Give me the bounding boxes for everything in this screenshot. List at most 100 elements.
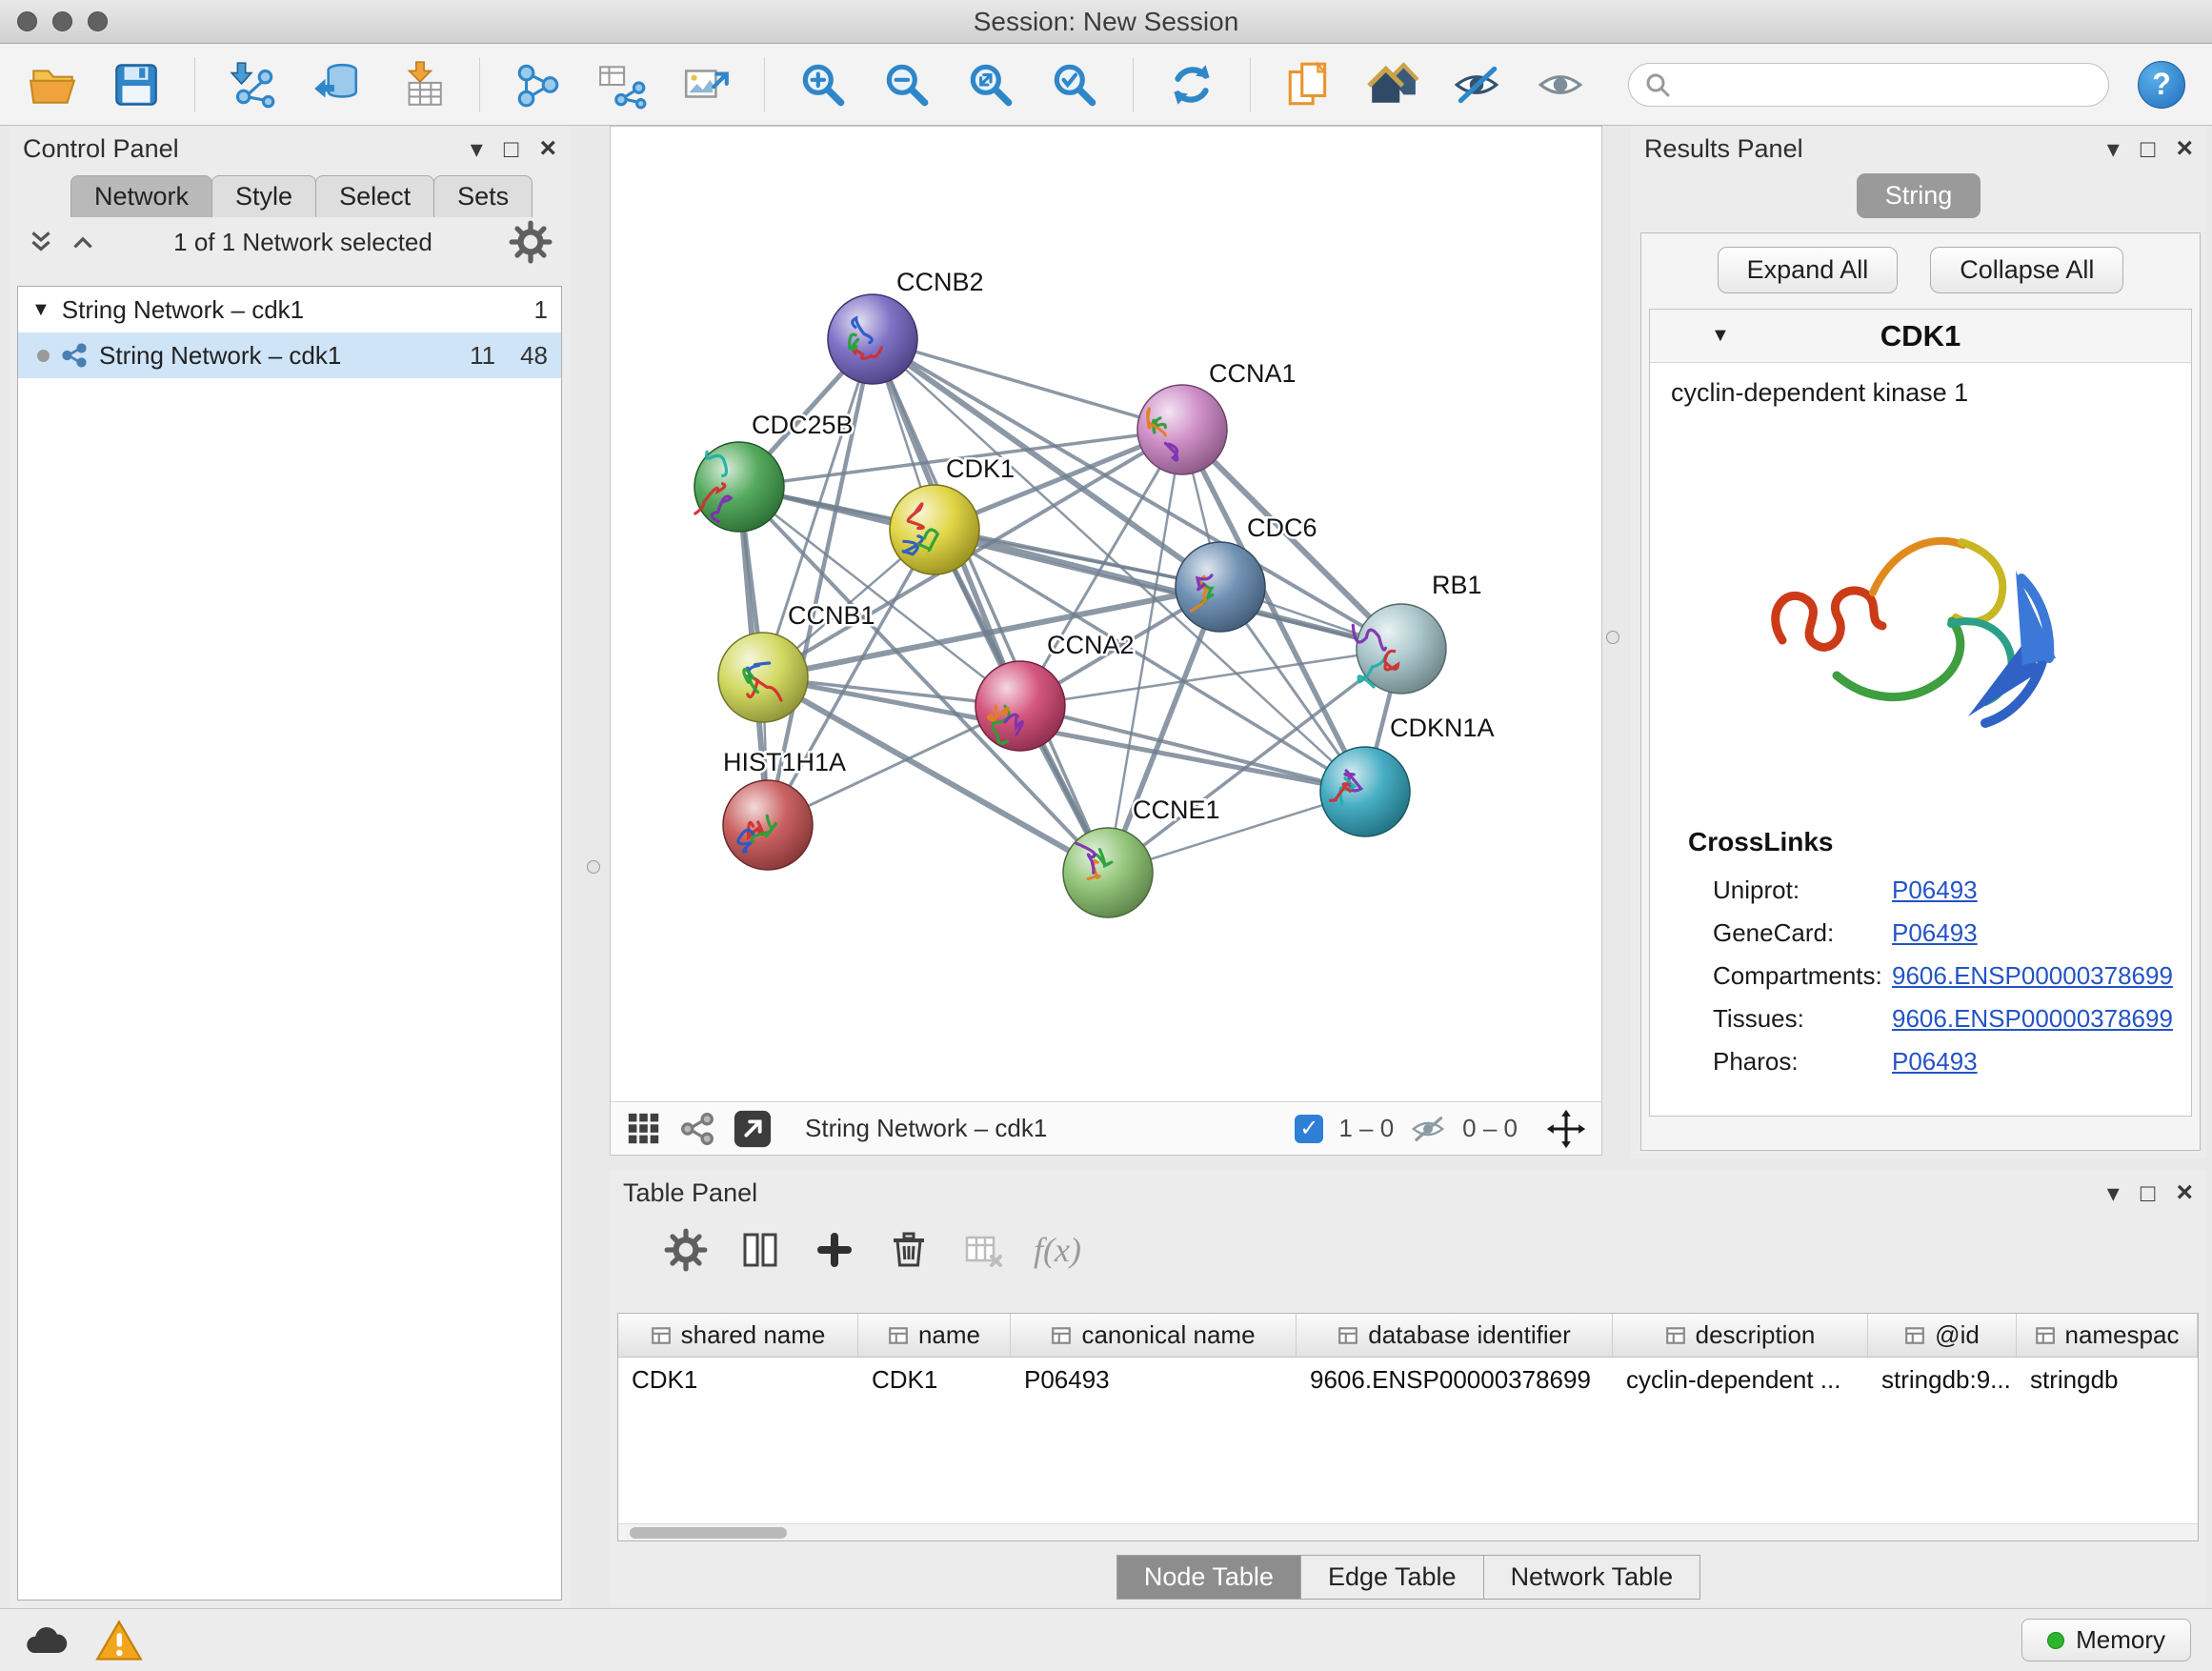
tab-node-table[interactable]: Node Table	[1116, 1555, 1301, 1600]
save-session-button[interactable]	[111, 59, 162, 111]
column-header[interactable]: shared name	[618, 1314, 858, 1357]
splitter-handle[interactable]	[1606, 631, 1619, 644]
edge-CCNB2-CCNE1[interactable]	[873, 339, 1108, 873]
table-settings-button[interactable]	[663, 1227, 709, 1273]
cell-namespace[interactable]: stringdb	[2017, 1358, 2198, 1401]
node-CDC25B[interactable]	[694, 442, 784, 532]
window-controls[interactable]	[17, 11, 108, 31]
crosslink-link[interactable]: P06493	[1892, 876, 1978, 905]
column-header[interactable]: name	[858, 1314, 1011, 1357]
cell-id[interactable]: stringdb:9...	[1868, 1358, 2017, 1401]
cell-description[interactable]: cyclin-dependent ...	[1613, 1358, 1868, 1401]
protein-expander-icon[interactable]: ▼	[1711, 325, 1730, 347]
column-header[interactable]: description	[1613, 1314, 1868, 1357]
crosslink-link[interactable]: 9606.ENSP00000378699	[1892, 1004, 2173, 1034]
column-header[interactable]: canonical name	[1011, 1314, 1297, 1357]
new-network-button[interactable]	[513, 59, 564, 111]
search-field[interactable]	[1671, 70, 2093, 99]
panel-collapse-icon[interactable]: ▾	[2107, 1180, 2120, 1205]
edge-CCNB2-CCNA1[interactable]	[873, 339, 1182, 430]
birdseye-view-icon[interactable]	[679, 1111, 715, 1147]
refresh-button[interactable]	[1166, 59, 1217, 111]
expand-all-button[interactable]: Expand All	[1718, 247, 1899, 293]
horizontal-scrollbar[interactable]	[618, 1523, 2198, 1540]
crosslink-link[interactable]: P06493	[1892, 1047, 1978, 1077]
warnings-button[interactable]	[95, 1620, 143, 1661]
cloud-status-button[interactable]	[21, 1622, 70, 1659]
crosslink-link[interactable]: P06493	[1892, 918, 1978, 948]
panel-close-icon[interactable]: ×	[2176, 134, 2193, 163]
network-collection-row[interactable]: ▼ String Network – cdk1 1	[18, 287, 561, 332]
column-header[interactable]: database identifier	[1297, 1314, 1613, 1357]
gear-icon[interactable]	[509, 220, 553, 264]
node-CCNB2[interactable]	[828, 294, 917, 384]
panel-float-icon[interactable]: □	[2141, 136, 2156, 161]
tree-expander-icon[interactable]: ▼	[31, 299, 50, 321]
collapse-all-icon[interactable]	[69, 230, 97, 254]
add-column-button[interactable]	[812, 1227, 857, 1273]
node-CCNA2[interactable]	[975, 661, 1065, 751]
panel-collapse-icon[interactable]: ▾	[471, 136, 483, 161]
selected-checkbox[interactable]: ✓	[1295, 1115, 1323, 1143]
pan-crosshair-icon[interactable]	[1546, 1109, 1586, 1149]
panel-collapse-icon[interactable]: ▾	[2107, 136, 2120, 161]
tab-style[interactable]: Style	[211, 175, 316, 217]
network-from-table-button[interactable]	[596, 59, 648, 111]
memory-button[interactable]: Memory	[2021, 1619, 2191, 1661]
cell-canonical-name[interactable]: P06493	[1011, 1358, 1297, 1401]
zoom-in-button[interactable]	[797, 59, 849, 111]
delete-column-button[interactable]	[886, 1227, 932, 1273]
panel-close-icon[interactable]: ×	[539, 134, 556, 163]
network-row-selected[interactable]: String Network – cdk1 11 48	[18, 332, 561, 378]
expand-all-icon[interactable]	[27, 230, 55, 254]
grid-view-icon[interactable]	[626, 1111, 662, 1147]
export-image-button[interactable]	[680, 59, 732, 111]
minimize-window-button[interactable]	[52, 11, 72, 31]
cell-database-identifier[interactable]: 9606.ENSP00000378699	[1297, 1358, 1613, 1401]
function-builder-button[interactable]: f(x)	[1035, 1227, 1080, 1273]
column-header[interactable]: @id	[1868, 1314, 2017, 1357]
node-CDK1[interactable]	[890, 485, 979, 574]
cell-name[interactable]: CDK1	[858, 1358, 1011, 1401]
open-session-button[interactable]	[27, 59, 78, 111]
splitter-handle[interactable]	[587, 860, 600, 874]
search-input[interactable]	[1628, 63, 2109, 107]
zoom-out-button[interactable]	[881, 59, 933, 111]
column-header[interactable]: namespac	[2017, 1314, 2198, 1357]
zoom-window-button[interactable]	[88, 11, 108, 31]
node-CCNB1[interactable]	[718, 633, 808, 722]
network-canvas[interactable]: CCNB2CCNA1CDC25BCDK1CDC6RB1CCNB1CCNA2CDK…	[611, 127, 1603, 1101]
panel-float-icon[interactable]: □	[504, 136, 519, 161]
node-CCNA1[interactable]	[1137, 385, 1227, 474]
node-CDKN1A[interactable]	[1320, 747, 1410, 836]
node-CCNE1[interactable]	[1063, 828, 1153, 917]
cell-shared-name[interactable]: CDK1	[618, 1358, 858, 1401]
tab-select[interactable]: Select	[315, 175, 434, 217]
crosslink-link[interactable]: 9606.ENSP00000378699	[1892, 961, 2173, 991]
import-table-button[interactable]	[395, 59, 447, 111]
detach-view-button[interactable]	[733, 1109, 773, 1149]
collapse-all-button[interactable]: Collapse All	[1930, 247, 2123, 293]
tab-edge-table[interactable]: Edge Table	[1300, 1555, 1484, 1600]
help-button[interactable]: ?	[2138, 61, 2185, 109]
panel-float-icon[interactable]: □	[2141, 1180, 2156, 1205]
close-window-button[interactable]	[17, 11, 37, 31]
copy-button[interactable]	[1283, 59, 1335, 111]
zoom-fit-button[interactable]	[965, 59, 1016, 111]
scrollbar-thumb[interactable]	[630, 1527, 787, 1539]
tab-string[interactable]: String	[1857, 173, 1981, 218]
tab-sets[interactable]: Sets	[433, 175, 533, 217]
node-HIST1H1A[interactable]	[723, 780, 813, 870]
home-button[interactable]	[1367, 59, 1418, 111]
table-row[interactable]: CDK1 CDK1 P06493 9606.ENSP00000378699 cy…	[618, 1358, 2198, 1401]
hide-graphics-button[interactable]	[1451, 59, 1502, 111]
tab-network-table[interactable]: Network Table	[1483, 1555, 1701, 1600]
node-CDC6[interactable]	[1176, 542, 1265, 632]
import-network-database-button[interactable]	[312, 59, 363, 111]
show-columns-button[interactable]	[737, 1227, 783, 1273]
zoom-selected-button[interactable]	[1049, 59, 1100, 111]
panel-close-icon[interactable]: ×	[2176, 1178, 2193, 1207]
import-network-file-button[interactable]	[228, 59, 279, 111]
show-graphics-button[interactable]	[1535, 59, 1586, 111]
tab-network[interactable]: Network	[70, 175, 212, 217]
